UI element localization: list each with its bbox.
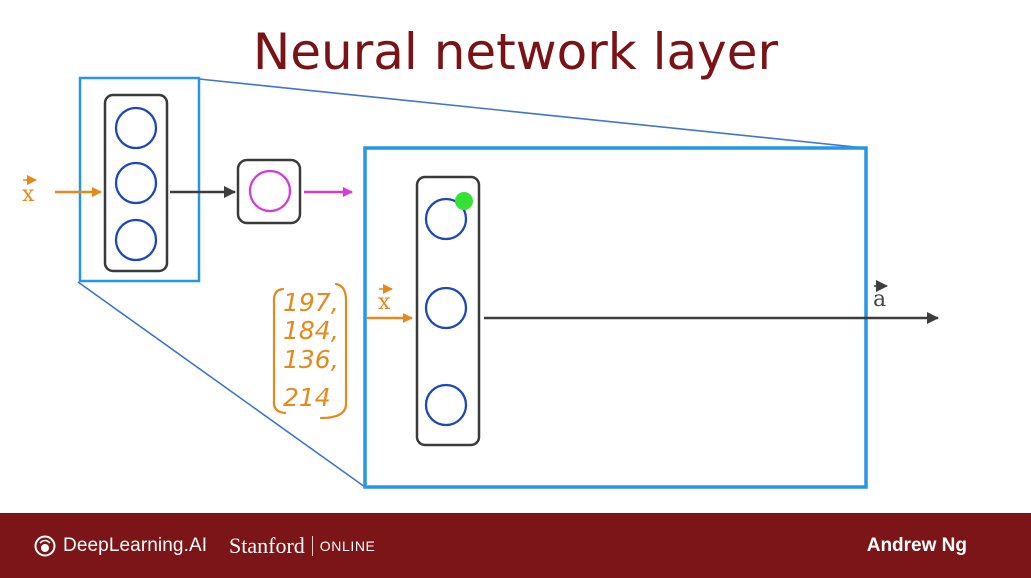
- partner-suffix: ONLINE: [319, 537, 376, 554]
- output-a-label: a: [873, 287, 886, 312]
- handwritten-values: 197, 184, 136, 214: [283, 288, 339, 412]
- handwritten-value-2: 184,: [283, 316, 339, 345]
- deeplearning-ai-logo: DeepLearning.AI: [34, 513, 207, 578]
- input-x-label-zoom: x: [378, 290, 391, 315]
- slide-canvas: Neural network layer x x a 197, 184, 136…: [0, 0, 1031, 513]
- handwritten-value-3: 136,: [283, 345, 339, 374]
- small-neuron-1: [114, 106, 158, 150]
- footer-bar: DeepLearning.AI Stanford ONLINE Andrew N…: [0, 513, 1031, 578]
- handwritten-value-1: 197,: [283, 288, 339, 317]
- handwritten-value-4: 214: [283, 383, 331, 412]
- instructor-name: Andrew Ng: [866, 534, 967, 556]
- pointer-dot: [455, 192, 473, 210]
- output-neuron: [248, 169, 292, 213]
- deeplearning-ai-icon: [34, 535, 56, 556]
- partner-name: Stanford: [229, 532, 305, 558]
- small-neuron-3: [114, 218, 158, 262]
- input-x-label-small: x: [22, 182, 35, 207]
- brand-name: DeepLearning.AI: [63, 534, 208, 556]
- stanford-online-logo: Stanford ONLINE: [229, 513, 376, 578]
- diagram: x x a 197, 184, 136, 214: [22, 76, 939, 489]
- partner-divider: [311, 535, 313, 556]
- small-neuron-2: [114, 161, 158, 205]
- zoomed-neuron-3: [424, 383, 468, 427]
- zoom-line-top: [198, 78, 866, 149]
- zoomed-neuron-2: [424, 286, 468, 330]
- small-layer-box: [103, 93, 169, 273]
